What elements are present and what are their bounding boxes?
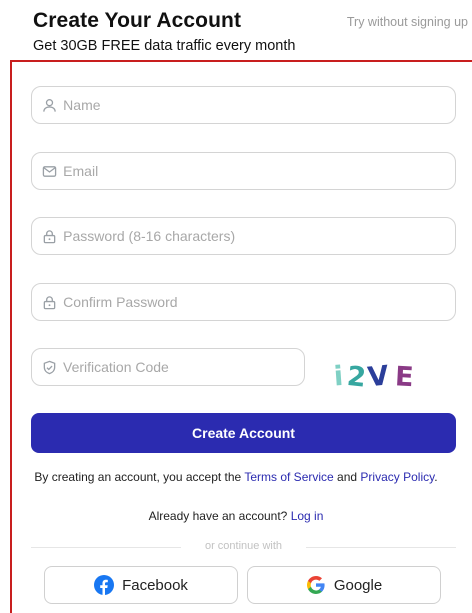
terms-prefix: By creating an account, you accept the	[34, 470, 242, 484]
google-icon	[306, 575, 326, 595]
create-account-button[interactable]: Create Account	[31, 413, 456, 453]
page-title: Create Your Account	[33, 9, 242, 32]
facebook-icon	[94, 575, 115, 595]
shield-check-icon	[42, 359, 57, 375]
svg-text:2: 2	[345, 361, 367, 394]
password-input[interactable]	[63, 218, 455, 254]
login-prompt-text: Already have an account?	[148, 509, 288, 523]
captcha-image[interactable]: i 2 V E	[330, 354, 440, 394]
verification-code-field[interactable]	[31, 348, 305, 386]
lock-icon	[42, 228, 57, 244]
terms-suffix: .	[434, 470, 438, 484]
svg-text:i: i	[333, 361, 344, 393]
facebook-label: Facebook	[122, 576, 188, 594]
terms-and: and	[337, 470, 358, 484]
svg-text:E: E	[394, 361, 414, 393]
privacy-policy-link[interactable]: Privacy Policy	[360, 470, 434, 484]
social-divider: or continue with	[31, 540, 456, 554]
svg-text:V: V	[366, 360, 390, 393]
confirm-password-input[interactable]	[63, 284, 455, 320]
terms-notice: By creating an account, you accept the T…	[0, 470, 472, 484]
user-icon	[42, 97, 57, 113]
lock-icon	[42, 294, 57, 310]
verification-code-input[interactable]	[63, 349, 304, 385]
log-in-link[interactable]: Log in	[291, 509, 324, 523]
try-without-signing-up-link[interactable]: Try without signing up	[347, 15, 468, 29]
signup-panel	[10, 60, 472, 613]
password-field[interactable]	[31, 217, 456, 255]
page-subtitle: Get 30GB FREE data traffic every month	[33, 38, 296, 54]
email-input[interactable]	[63, 153, 455, 189]
mail-icon	[42, 163, 57, 179]
divider-text: or continue with	[204, 540, 283, 552]
google-label: Google	[333, 576, 383, 594]
google-login-button[interactable]: Google	[247, 566, 441, 604]
login-prompt: Already have an account? Log in	[0, 509, 472, 523]
terms-of-service-link[interactable]: Terms of Service	[244, 470, 333, 484]
facebook-login-button[interactable]: Facebook	[44, 566, 238, 604]
name-input[interactable]	[63, 87, 455, 123]
name-field[interactable]	[31, 86, 456, 124]
confirm-password-field[interactable]	[31, 283, 456, 321]
page-header: Create Your Account Get 30GB FREE data t…	[33, 8, 472, 58]
email-field[interactable]	[31, 152, 456, 190]
